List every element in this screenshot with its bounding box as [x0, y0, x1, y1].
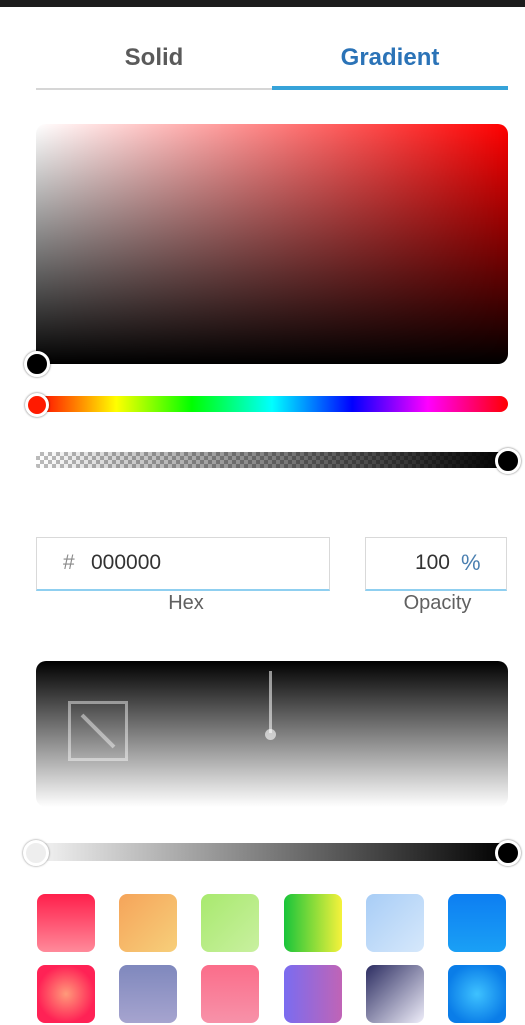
gradient-stop-end[interactable]: [495, 840, 521, 866]
opacity-slider-handle[interactable]: [495, 448, 521, 474]
tab-active-indicator: [272, 86, 508, 90]
hex-field[interactable]: #: [36, 537, 330, 591]
hex-input[interactable]: [91, 548, 311, 578]
swatch-7[interactable]: [37, 965, 95, 1023]
opacity-input[interactable]: [380, 548, 450, 578]
swatch-1[interactable]: [37, 894, 95, 952]
opacity-label: Opacity: [403, 592, 472, 614]
hash-prefix: #: [63, 551, 75, 574]
gradient-stops-bar[interactable]: [36, 843, 508, 861]
swatch-5[interactable]: [366, 894, 424, 952]
saturation-brightness-handle[interactable]: [24, 351, 50, 377]
gradient-angle-handle[interactable]: [265, 729, 276, 740]
fill-type-tabs: Solid Gradient: [36, 28, 508, 90]
swatch-10[interactable]: [284, 965, 342, 1023]
swatch-11[interactable]: [366, 965, 424, 1023]
swatch-4[interactable]: [284, 894, 342, 952]
swatch-6[interactable]: [448, 894, 506, 952]
swatch-12[interactable]: [448, 965, 506, 1023]
tab-solid[interactable]: Solid: [36, 28, 272, 88]
swatch-3[interactable]: [201, 894, 259, 952]
swatch-2[interactable]: [119, 894, 177, 952]
opacity-field[interactable]: %: [365, 537, 507, 591]
gradient-stop-start[interactable]: [23, 840, 49, 866]
hue-slider[interactable]: [36, 396, 508, 412]
hue-slider-handle[interactable]: [25, 393, 49, 417]
swatch-8[interactable]: [119, 965, 177, 1023]
gradient-preview[interactable]: [36, 661, 508, 807]
percent-unit: %: [461, 550, 481, 575]
swatch-9[interactable]: [201, 965, 259, 1023]
opacity-slider[interactable]: [36, 452, 508, 468]
no-fill-icon[interactable]: [68, 701, 128, 761]
tab-gradient[interactable]: Gradient: [272, 28, 508, 88]
hex-label: Hex: [168, 592, 204, 614]
top-border: [0, 0, 525, 7]
gradient-angle-line[interactable]: [269, 671, 272, 733]
saturation-brightness-area[interactable]: [36, 124, 508, 364]
